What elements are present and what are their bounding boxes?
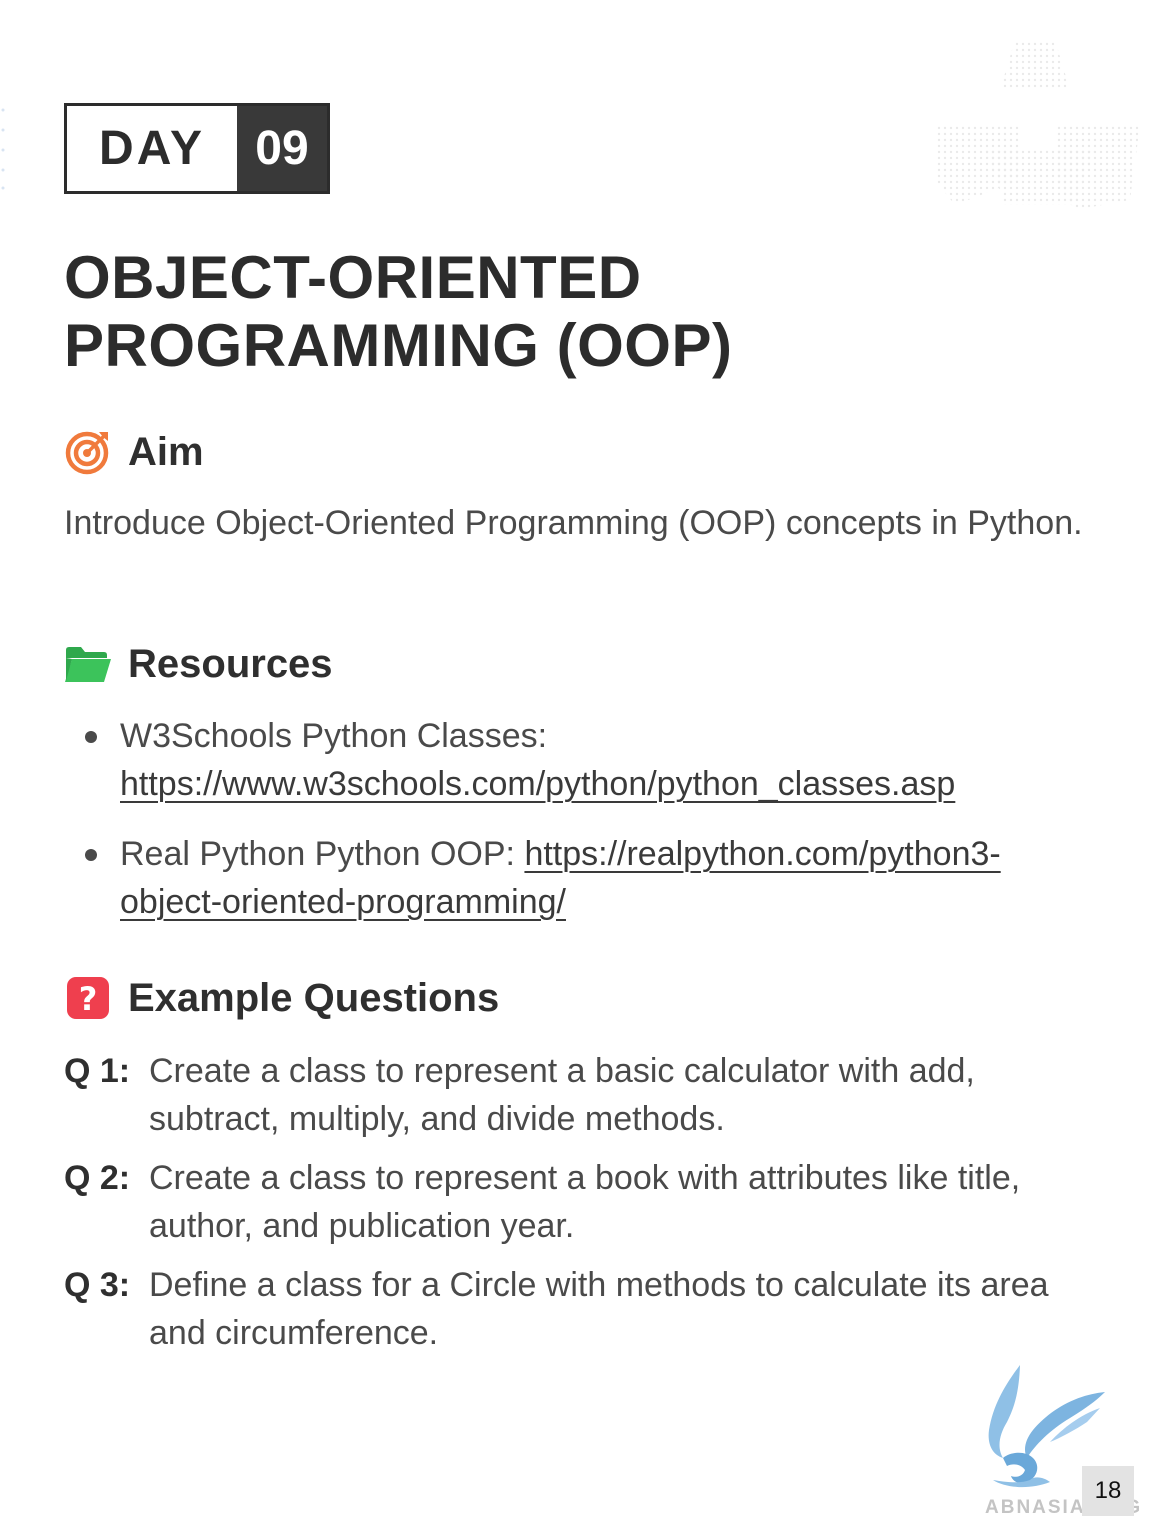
resources-heading: Resources [64, 640, 333, 688]
day-label: DAY [67, 106, 237, 191]
dotted-watermark [935, 40, 1140, 210]
question-item: Q 2: Create a class to represent a book … [64, 1154, 1094, 1250]
resource-link-w3schools[interactable]: https://www.w3schools.com/python/python_… [120, 765, 955, 803]
questions-heading-label: Example Questions [128, 975, 500, 1020]
resource-label: Real Python Python OOP: [120, 835, 525, 873]
svg-text:?: ? [79, 980, 98, 1018]
question-text: Create a class to represent a book with … [149, 1159, 1021, 1245]
day-badge: DAY 09 [64, 103, 330, 194]
questions-list: Q 1: Create a class to represent a basic… [64, 1047, 1094, 1368]
resource-label: W3Schools Python Classes: [120, 717, 548, 755]
questions-heading: ? Example Questions [64, 974, 499, 1022]
aim-heading-label: Aim [128, 429, 204, 474]
resources-list: W3Schools Python Classes: https://www.w3… [80, 712, 1100, 948]
resource-item: Real Python Python OOP: https://realpyth… [80, 830, 1100, 926]
question-item: Q 1: Create a class to represent a basic… [64, 1047, 1094, 1143]
page-title: OBJECT-ORIENTED PROGRAMMING (OOP) [64, 244, 732, 380]
resource-item: W3Schools Python Classes: https://www.w3… [80, 712, 1100, 808]
folder-icon [64, 640, 112, 688]
day-number: 09 [237, 106, 327, 191]
target-icon [64, 428, 112, 476]
bullet-icon [85, 731, 97, 743]
question-icon: ? [64, 974, 112, 1022]
question-number: Q 1: [64, 1052, 131, 1090]
question-text: Define a class for a Circle with methods… [149, 1266, 1049, 1352]
title-line-1: OBJECT-ORIENTED [64, 244, 642, 311]
question-text: Create a class to represent a basic calc… [149, 1052, 975, 1138]
resources-heading-label: Resources [128, 641, 333, 686]
edge-dots [1, 108, 5, 190]
aim-text: Introduce Object-Oriented Programming (O… [64, 504, 1083, 542]
question-item: Q 3: Define a class for a Circle with me… [64, 1261, 1094, 1357]
bullet-icon [85, 849, 97, 861]
title-line-2: PROGRAMMING (OOP) [64, 312, 733, 379]
question-number: Q 3: [64, 1266, 131, 1304]
question-number: Q 2: [64, 1159, 131, 1197]
page-number: 18 [1082, 1466, 1134, 1516]
aim-heading: Aim [64, 428, 204, 476]
